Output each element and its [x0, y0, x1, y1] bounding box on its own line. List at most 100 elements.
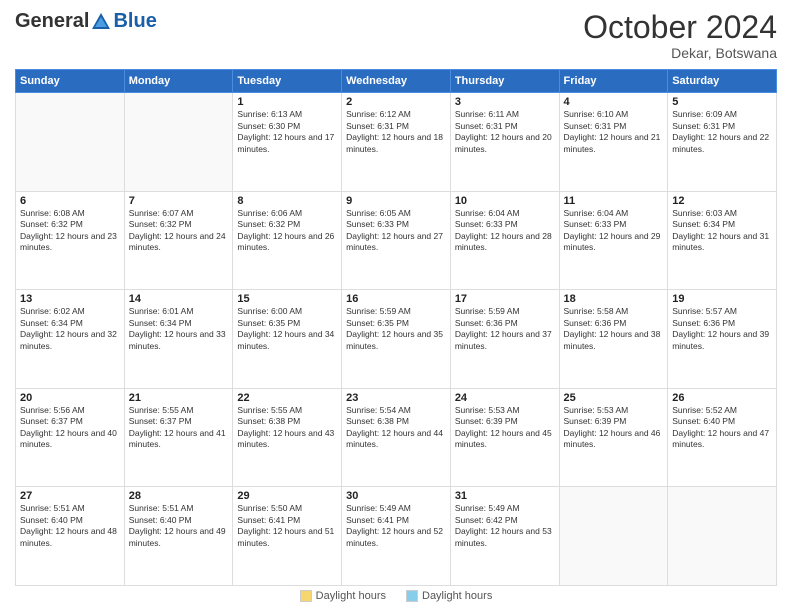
- location: Dekar, Botswana: [583, 45, 777, 61]
- day-number: 27: [20, 490, 120, 502]
- table-cell: 22Sunrise: 5:55 AM Sunset: 6:38 PM Dayli…: [233, 388, 342, 487]
- day-number: 19: [672, 293, 772, 305]
- day-number: 9: [346, 195, 446, 207]
- day-info: Sunrise: 5:57 AM Sunset: 6:36 PM Dayligh…: [672, 306, 772, 352]
- day-info: Sunrise: 5:54 AM Sunset: 6:38 PM Dayligh…: [346, 405, 446, 451]
- table-cell: 11Sunrise: 6:04 AM Sunset: 6:33 PM Dayli…: [559, 191, 668, 290]
- day-info: Sunrise: 5:55 AM Sunset: 6:37 PM Dayligh…: [129, 405, 229, 451]
- day-info: Sunrise: 6:09 AM Sunset: 6:31 PM Dayligh…: [672, 109, 772, 155]
- logo-icon: [90, 11, 112, 33]
- table-cell: 12Sunrise: 6:03 AM Sunset: 6:34 PM Dayli…: [668, 191, 777, 290]
- weekday-thursday: Thursday: [450, 70, 559, 93]
- legend-label-1: Daylight hours: [316, 590, 386, 602]
- table-cell: 16Sunrise: 5:59 AM Sunset: 6:35 PM Dayli…: [342, 290, 451, 389]
- table-cell: 15Sunrise: 6:00 AM Sunset: 6:35 PM Dayli…: [233, 290, 342, 389]
- table-cell: 2Sunrise: 6:12 AM Sunset: 6:31 PM Daylig…: [342, 93, 451, 192]
- weekday-monday: Monday: [124, 70, 233, 93]
- table-cell: 8Sunrise: 6:06 AM Sunset: 6:32 PM Daylig…: [233, 191, 342, 290]
- day-info: Sunrise: 5:50 AM Sunset: 6:41 PM Dayligh…: [237, 503, 337, 549]
- day-number: 10: [455, 195, 555, 207]
- day-number: 30: [346, 490, 446, 502]
- table-cell: 18Sunrise: 5:58 AM Sunset: 6:36 PM Dayli…: [559, 290, 668, 389]
- page: General Blue October 2024 Dekar, Botswan…: [0, 0, 792, 612]
- weekday-saturday: Saturday: [668, 70, 777, 93]
- logo-blue: Blue: [113, 10, 156, 33]
- day-number: 25: [564, 392, 664, 404]
- day-number: 13: [20, 293, 120, 305]
- table-cell: 28Sunrise: 5:51 AM Sunset: 6:40 PM Dayli…: [124, 487, 233, 586]
- calendar-table: SundayMondayTuesdayWednesdayThursdayFrid…: [15, 69, 777, 586]
- legend-box-1: [300, 590, 312, 602]
- logo: General Blue: [15, 10, 157, 33]
- day-info: Sunrise: 6:12 AM Sunset: 6:31 PM Dayligh…: [346, 109, 446, 155]
- table-cell: 13Sunrise: 6:02 AM Sunset: 6:34 PM Dayli…: [16, 290, 125, 389]
- weekday-wednesday: Wednesday: [342, 70, 451, 93]
- table-cell: 1Sunrise: 6:13 AM Sunset: 6:30 PM Daylig…: [233, 93, 342, 192]
- calendar-body: 1Sunrise: 6:13 AM Sunset: 6:30 PM Daylig…: [16, 93, 777, 586]
- week-row-2: 13Sunrise: 6:02 AM Sunset: 6:34 PM Dayli…: [16, 290, 777, 389]
- day-number: 7: [129, 195, 229, 207]
- day-number: 2: [346, 96, 446, 108]
- day-number: 3: [455, 96, 555, 108]
- day-number: 31: [455, 490, 555, 502]
- table-cell: 14Sunrise: 6:01 AM Sunset: 6:34 PM Dayli…: [124, 290, 233, 389]
- weekday-friday: Friday: [559, 70, 668, 93]
- table-cell: 4Sunrise: 6:10 AM Sunset: 6:31 PM Daylig…: [559, 93, 668, 192]
- day-number: 29: [237, 490, 337, 502]
- day-number: 14: [129, 293, 229, 305]
- table-cell: [559, 487, 668, 586]
- day-number: 17: [455, 293, 555, 305]
- table-cell: 30Sunrise: 5:49 AM Sunset: 6:41 PM Dayli…: [342, 487, 451, 586]
- table-cell: 24Sunrise: 5:53 AM Sunset: 6:39 PM Dayli…: [450, 388, 559, 487]
- day-info: Sunrise: 6:06 AM Sunset: 6:32 PM Dayligh…: [237, 208, 337, 254]
- table-cell: 7Sunrise: 6:07 AM Sunset: 6:32 PM Daylig…: [124, 191, 233, 290]
- logo-text: General: [15, 10, 89, 33]
- table-cell: 19Sunrise: 5:57 AM Sunset: 6:36 PM Dayli…: [668, 290, 777, 389]
- weekday-sunday: Sunday: [16, 70, 125, 93]
- table-cell: 6Sunrise: 6:08 AM Sunset: 6:32 PM Daylig…: [16, 191, 125, 290]
- legend-item-2: Daylight hours: [406, 590, 492, 602]
- day-info: Sunrise: 6:04 AM Sunset: 6:33 PM Dayligh…: [564, 208, 664, 254]
- day-info: Sunrise: 5:56 AM Sunset: 6:37 PM Dayligh…: [20, 405, 120, 451]
- day-info: Sunrise: 5:49 AM Sunset: 6:42 PM Dayligh…: [455, 503, 555, 549]
- day-number: 24: [455, 392, 555, 404]
- day-info: Sunrise: 5:59 AM Sunset: 6:35 PM Dayligh…: [346, 306, 446, 352]
- day-info: Sunrise: 6:13 AM Sunset: 6:30 PM Dayligh…: [237, 109, 337, 155]
- table-cell: 31Sunrise: 5:49 AM Sunset: 6:42 PM Dayli…: [450, 487, 559, 586]
- table-cell: 10Sunrise: 6:04 AM Sunset: 6:33 PM Dayli…: [450, 191, 559, 290]
- table-cell: [124, 93, 233, 192]
- day-number: 22: [237, 392, 337, 404]
- table-cell: 20Sunrise: 5:56 AM Sunset: 6:37 PM Dayli…: [16, 388, 125, 487]
- table-cell: 27Sunrise: 5:51 AM Sunset: 6:40 PM Dayli…: [16, 487, 125, 586]
- week-row-1: 6Sunrise: 6:08 AM Sunset: 6:32 PM Daylig…: [16, 191, 777, 290]
- legend-box-2: [406, 590, 418, 602]
- day-number: 8: [237, 195, 337, 207]
- week-row-4: 27Sunrise: 5:51 AM Sunset: 6:40 PM Dayli…: [16, 487, 777, 586]
- weekday-tuesday: Tuesday: [233, 70, 342, 93]
- day-number: 1: [237, 96, 337, 108]
- table-cell: 26Sunrise: 5:52 AM Sunset: 6:40 PM Dayli…: [668, 388, 777, 487]
- table-cell: [16, 93, 125, 192]
- day-info: Sunrise: 5:51 AM Sunset: 6:40 PM Dayligh…: [20, 503, 120, 549]
- day-info: Sunrise: 5:51 AM Sunset: 6:40 PM Dayligh…: [129, 503, 229, 549]
- day-info: Sunrise: 5:55 AM Sunset: 6:38 PM Dayligh…: [237, 405, 337, 451]
- footer-bar: Daylight hours Daylight hours: [15, 590, 777, 602]
- day-info: Sunrise: 6:08 AM Sunset: 6:32 PM Dayligh…: [20, 208, 120, 254]
- table-cell: [668, 487, 777, 586]
- title-block: October 2024 Dekar, Botswana: [583, 10, 777, 61]
- day-info: Sunrise: 6:00 AM Sunset: 6:35 PM Dayligh…: [237, 306, 337, 352]
- day-info: Sunrise: 5:52 AM Sunset: 6:40 PM Dayligh…: [672, 405, 772, 451]
- table-cell: 17Sunrise: 5:59 AM Sunset: 6:36 PM Dayli…: [450, 290, 559, 389]
- day-info: Sunrise: 5:59 AM Sunset: 6:36 PM Dayligh…: [455, 306, 555, 352]
- day-number: 28: [129, 490, 229, 502]
- day-number: 6: [20, 195, 120, 207]
- day-number: 4: [564, 96, 664, 108]
- table-cell: 9Sunrise: 6:05 AM Sunset: 6:33 PM Daylig…: [342, 191, 451, 290]
- day-number: 23: [346, 392, 446, 404]
- day-number: 18: [564, 293, 664, 305]
- day-info: Sunrise: 5:53 AM Sunset: 6:39 PM Dayligh…: [564, 405, 664, 451]
- day-info: Sunrise: 5:49 AM Sunset: 6:41 PM Dayligh…: [346, 503, 446, 549]
- day-info: Sunrise: 6:07 AM Sunset: 6:32 PM Dayligh…: [129, 208, 229, 254]
- day-info: Sunrise: 6:02 AM Sunset: 6:34 PM Dayligh…: [20, 306, 120, 352]
- day-info: Sunrise: 6:01 AM Sunset: 6:34 PM Dayligh…: [129, 306, 229, 352]
